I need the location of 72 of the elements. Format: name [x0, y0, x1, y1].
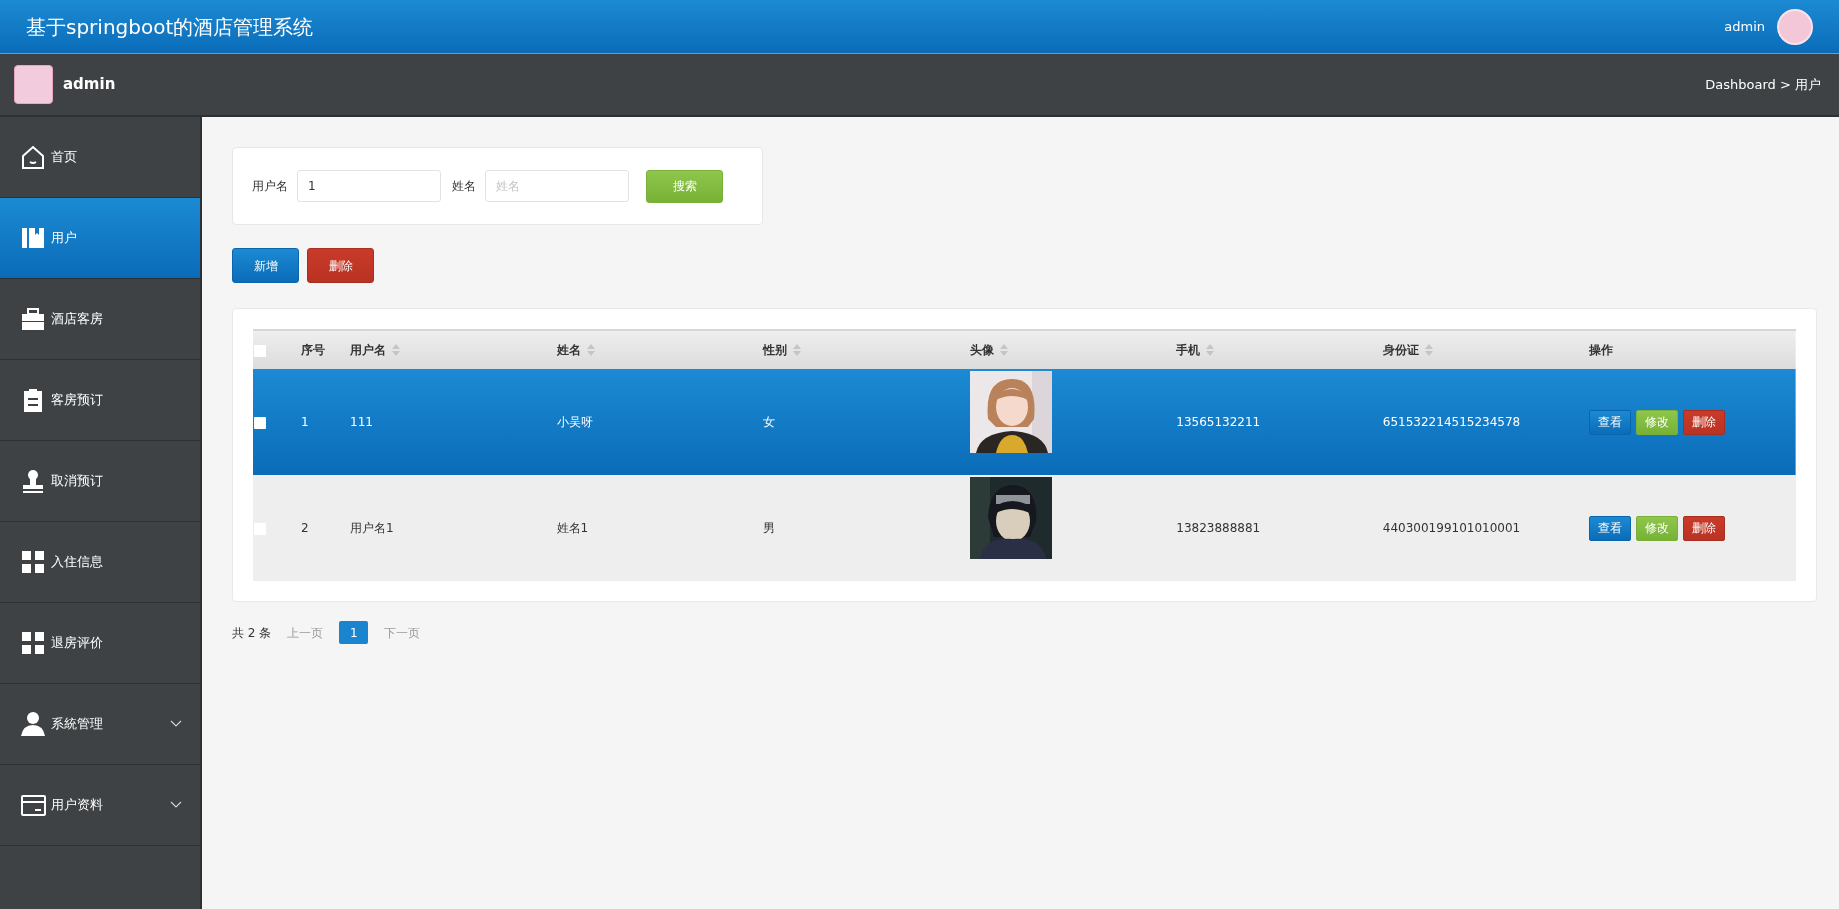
row-checkbox[interactable] [254, 416, 266, 429]
user-icon [20, 710, 46, 738]
sidebar-label: 用户资料 [51, 796, 104, 815]
sidebar-label: 客房预订 [51, 391, 104, 410]
table-cell: 13823888881 [1176, 521, 1261, 535]
delete-button[interactable]: 删除 [307, 248, 374, 283]
sidebar-label: 入住信息 [51, 553, 104, 572]
chevron-down-icon [170, 801, 182, 809]
select-all-checkbox[interactable] [254, 344, 266, 357]
sidebar-label: 系統管理 [51, 715, 104, 734]
column-label: 身份证 [1382, 342, 1419, 359]
table-cell: 用户名1 [350, 521, 394, 535]
column-label: 操作 [1589, 342, 1614, 359]
chevron-down-icon [170, 720, 182, 728]
column-header-cell[interactable]: 性别 [763, 330, 970, 369]
user-name: admin [63, 74, 116, 96]
table-cell: 男 [763, 521, 776, 535]
table-cell: 1 [301, 415, 309, 429]
user-name[interactable]: admin [1724, 16, 1765, 37]
column-header-cell[interactable]: 手机 [1176, 330, 1383, 369]
table-cell: 111 [350, 415, 373, 429]
table-row[interactable]: 2 用户名1 姓名1 男 13823888881 440300199101010001 查看 修改 删除 [253, 475, 1796, 581]
sidebar-label: 用户 [51, 229, 78, 248]
sidebar-label: 退房评价 [51, 634, 104, 653]
page-button[interactable]: 1 [339, 621, 369, 644]
briefcase-icon [20, 305, 46, 333]
table-cell: 姓名1 [556, 521, 589, 535]
view-button[interactable]: 查看 [1589, 515, 1632, 541]
total-count: 共 2 条 [232, 624, 272, 642]
sort-icon[interactable] [1424, 344, 1433, 356]
sort-icon[interactable] [1206, 344, 1215, 356]
column-header-cell[interactable]: 序号 [301, 330, 350, 369]
table-cell: 小吴呀 [556, 415, 593, 429]
sidebar-label: 酒店客房 [51, 310, 104, 329]
table-cell: 651532214515234578 [1382, 415, 1521, 429]
grid-icon [20, 629, 46, 657]
table-cell: 2 [301, 521, 309, 535]
field-label: 姓名 [452, 178, 476, 195]
app-title: 基于springboot的酒店管理系统 [26, 13, 314, 41]
table-row[interactable]: 1 111 小吴呀 女 13565132211 651532214515234578 查看 修改 删除 [253, 369, 1796, 475]
sort-icon[interactable] [392, 344, 400, 356]
stamp-icon [20, 467, 46, 495]
user-avatar [14, 65, 53, 104]
sidebar-item[interactable]: 用户 [0, 198, 200, 279]
view-button[interactable]: 查看 [1589, 409, 1632, 435]
input-field[interactable]: 1 [297, 170, 441, 202]
column-label: 手机 [1176, 342, 1201, 359]
column-header-cell[interactable]: 操作 [1589, 330, 1796, 369]
column-label: 姓名 [556, 342, 581, 359]
user-avatar[interactable] [1777, 8, 1813, 45]
column-header-cell[interactable]: 头像 [969, 330, 1177, 369]
column-label: 性别 [763, 342, 788, 359]
delete-button[interactable]: 删除 [1683, 409, 1726, 435]
table-cell: 440300199101010001 [1382, 521, 1521, 535]
field-label: 用户名 [252, 178, 288, 195]
sort-icon[interactable] [586, 344, 595, 356]
table-cell: 女 [763, 415, 776, 429]
delete-button[interactable]: 删除 [1683, 515, 1726, 541]
column-label: 用户名 [350, 342, 386, 359]
breadcrumb: Dashboard > 用户 [1705, 75, 1821, 94]
add-button[interactable]: 新增 [232, 248, 299, 283]
sort-icon[interactable] [999, 344, 1008, 356]
home-icon [20, 143, 46, 171]
sidebar-label: 首页 [51, 148, 78, 167]
column-header-cell[interactable]: 用户名 [350, 330, 557, 369]
table-cell: 13565132211 [1176, 415, 1261, 429]
sort-icon[interactable] [793, 344, 802, 356]
sidebar-label: 取消预订 [51, 472, 104, 491]
column-header-cell[interactable]: 身份证 [1382, 330, 1590, 369]
column-label: 头像 [969, 342, 994, 359]
grid-icon [20, 548, 46, 576]
column-label: 序号 [301, 342, 325, 359]
